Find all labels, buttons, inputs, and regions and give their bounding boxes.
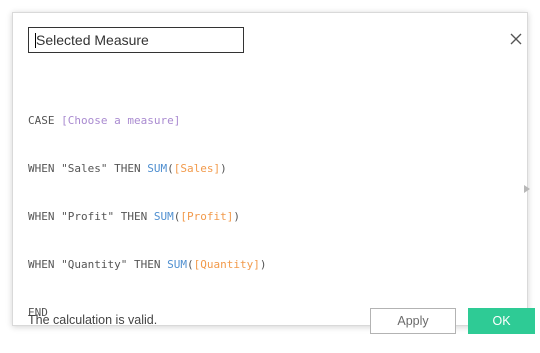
paren-close: ) bbox=[220, 162, 227, 175]
keyword-then: THEN bbox=[127, 258, 168, 271]
parameter-reference: [Choose a measure] bbox=[61, 114, 181, 127]
string-literal: "Sales" bbox=[61, 162, 108, 175]
field-reference: [Quantity] bbox=[193, 258, 260, 271]
function-sum: SUM bbox=[167, 258, 187, 271]
string-literal: "Profit" bbox=[61, 210, 115, 223]
formula-line: WHEN "Profit" THEN SUM([Profit]) bbox=[28, 209, 498, 225]
close-icon bbox=[510, 33, 522, 45]
function-sum: SUM bbox=[153, 210, 174, 223]
paren-close: ) bbox=[233, 210, 240, 223]
formula-line: WHEN "Quantity" THEN SUM([Quantity]) bbox=[28, 257, 498, 273]
keyword-then: THEN bbox=[114, 210, 154, 223]
formula-line: WHEN "Sales" THEN SUM([Sales]) bbox=[28, 161, 498, 177]
expand-panel-toggle[interactable] bbox=[523, 181, 531, 193]
formula-line: CASE [Choose a measure] bbox=[28, 113, 498, 129]
calculation-dialog: Selected Measure CASE [Choose a measure]… bbox=[12, 12, 535, 334]
calculation-name-input[interactable]: Selected Measure bbox=[28, 27, 244, 53]
keyword-when: WHEN bbox=[28, 162, 62, 175]
keyword-when: WHEN bbox=[28, 258, 62, 271]
validation-status: The calculation is valid. bbox=[28, 313, 158, 327]
paren-open: ( bbox=[167, 162, 174, 175]
calculation-name-text: Selected Measure bbox=[36, 32, 149, 48]
keyword-case: CASE bbox=[28, 114, 62, 127]
keyword-then: THEN bbox=[107, 162, 148, 175]
keyword-when: WHEN bbox=[28, 210, 62, 223]
paren-open: ( bbox=[186, 258, 194, 271]
apply-button[interactable]: Apply bbox=[370, 308, 456, 334]
function-sum: SUM bbox=[147, 162, 168, 175]
field-reference: [Sales] bbox=[173, 162, 221, 175]
paren-close: ) bbox=[259, 258, 267, 271]
close-button[interactable] bbox=[504, 27, 528, 51]
string-literal: "Quantity" bbox=[61, 258, 128, 271]
triangle-right-icon bbox=[524, 185, 530, 193]
ok-button[interactable]: OK bbox=[468, 308, 535, 334]
field-reference: [Profit] bbox=[180, 210, 234, 223]
formula-editor[interactable]: CASE [Choose a measure] WHEN "Sales" THE… bbox=[28, 81, 498, 319]
